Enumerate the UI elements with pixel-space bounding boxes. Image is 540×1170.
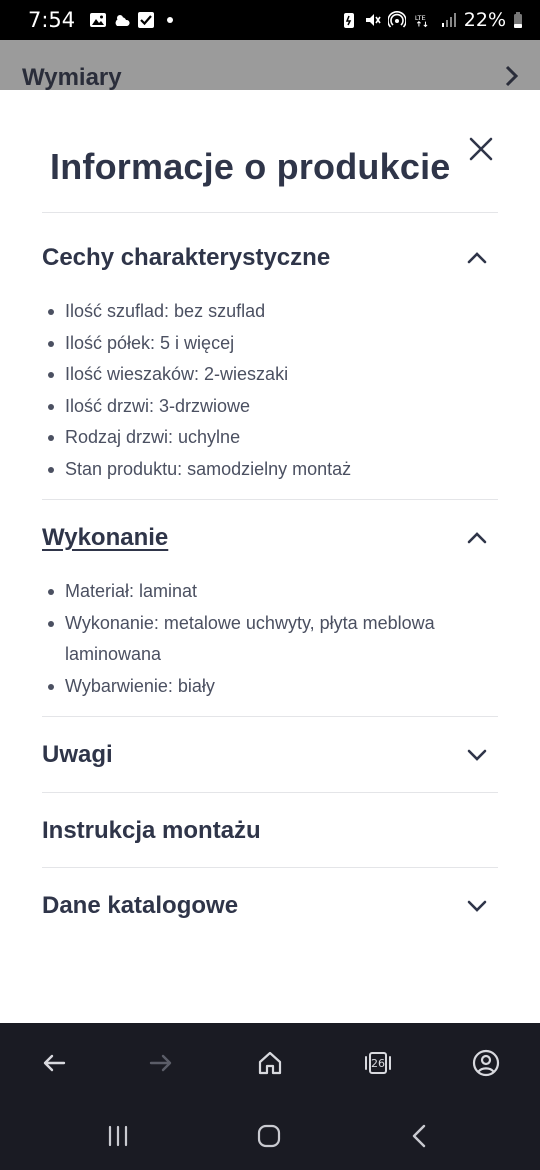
- section-uwagi-header[interactable]: Uwagi: [42, 735, 498, 775]
- section-wykonanie-header[interactable]: Wykonanie: [42, 518, 498, 558]
- close-icon[interactable]: [466, 134, 496, 164]
- browser-toolbar: 26: [0, 1023, 540, 1103]
- list-item: Ilość szuflad: bez szuflad: [48, 296, 498, 328]
- system-navigation-bar: [0, 1103, 540, 1170]
- status-right: LTE 22%: [340, 9, 524, 31]
- list-item: Wykonanie: metalowe uchwyty, płyta meblo…: [48, 608, 498, 671]
- chevron-up-icon: [467, 532, 487, 544]
- checkbox-icon: [137, 11, 155, 29]
- battery-saver-icon: [340, 11, 358, 29]
- list-item: Stan produktu: samodzielny montaż: [48, 454, 498, 486]
- home-button[interactable]: [252, 1045, 288, 1081]
- section-title: Dane katalogowe: [42, 892, 239, 919]
- gallery-icon: [89, 11, 107, 29]
- section-instrukcja-link[interactable]: Instrukcja montażu: [42, 811, 498, 851]
- wykonanie-list: Materiał: laminat Wykonanie: metalowe uc…: [48, 576, 498, 702]
- home-nav-icon[interactable]: [254, 1121, 284, 1151]
- forward-button[interactable]: [143, 1045, 179, 1081]
- list-item: Wybarwienie: biały: [48, 671, 498, 703]
- account-icon: [472, 1049, 500, 1077]
- recent-apps-icon[interactable]: [103, 1121, 133, 1151]
- lte-icon: LTE: [412, 11, 434, 29]
- section-title: Uwagi: [42, 741, 113, 768]
- home-icon: [258, 1051, 282, 1075]
- signal-icon: [440, 11, 458, 29]
- section-title: Instrukcja montażu: [42, 817, 261, 844]
- battery-percent: 22%: [463, 9, 506, 31]
- background-section-title: Wymiary: [22, 64, 122, 91]
- list-item: Rodzaj drzwi: uchylne: [48, 422, 498, 454]
- list-item: Ilość wieszaków: 2-wieszaki: [48, 359, 498, 391]
- section-cechy-header[interactable]: Cechy charakterystyczne: [42, 238, 498, 278]
- list-item: Ilość drzwi: 3-drzwiowe: [48, 391, 498, 423]
- chevron-right-icon: [505, 65, 519, 87]
- list-item: Ilość półek: 5 i więcej: [48, 328, 498, 360]
- cechy-list: Ilość szuflad: bez szuflad Ilość półek: …: [48, 296, 498, 485]
- notification-icons: [89, 11, 179, 29]
- hotspot-icon: [387, 11, 406, 29]
- weather-icon: [113, 11, 131, 29]
- arrow-right-icon: [149, 1054, 172, 1072]
- arrow-left-icon: [43, 1054, 66, 1072]
- status-bar: 7:54 LTE 22%: [0, 0, 540, 40]
- divider: [42, 792, 498, 793]
- status-time: 7:54: [28, 8, 76, 32]
- chevron-down-icon: [467, 749, 487, 761]
- back-nav-icon[interactable]: [405, 1121, 435, 1151]
- section-title: Cechy charakterystyczne: [42, 244, 331, 271]
- account-button[interactable]: [468, 1045, 504, 1081]
- sheet-title: Informacje o produkcie: [50, 146, 451, 187]
- dot-icon: [161, 11, 179, 29]
- list-item: Materiał: laminat: [48, 576, 498, 608]
- mute-icon: [364, 11, 382, 29]
- battery-icon: [512, 11, 524, 29]
- product-info-sheet: Informacje o produkcie Cechy charakterys…: [0, 90, 540, 1023]
- tabs-count: 26: [371, 1056, 385, 1070]
- divider: [42, 499, 498, 500]
- svg-text:LTE: LTE: [415, 14, 426, 22]
- divider: [42, 867, 498, 868]
- back-button[interactable]: [36, 1045, 72, 1081]
- divider: [42, 212, 498, 213]
- section-title: Wykonanie: [42, 524, 169, 551]
- tabs-button[interactable]: 26: [360, 1045, 396, 1081]
- section-dane-header[interactable]: Dane katalogowe: [42, 886, 498, 926]
- chevron-up-icon: [467, 252, 487, 264]
- background-page[interactable]: Wymiary: [0, 40, 540, 91]
- divider: [42, 716, 498, 717]
- chevron-down-icon: [467, 900, 487, 912]
